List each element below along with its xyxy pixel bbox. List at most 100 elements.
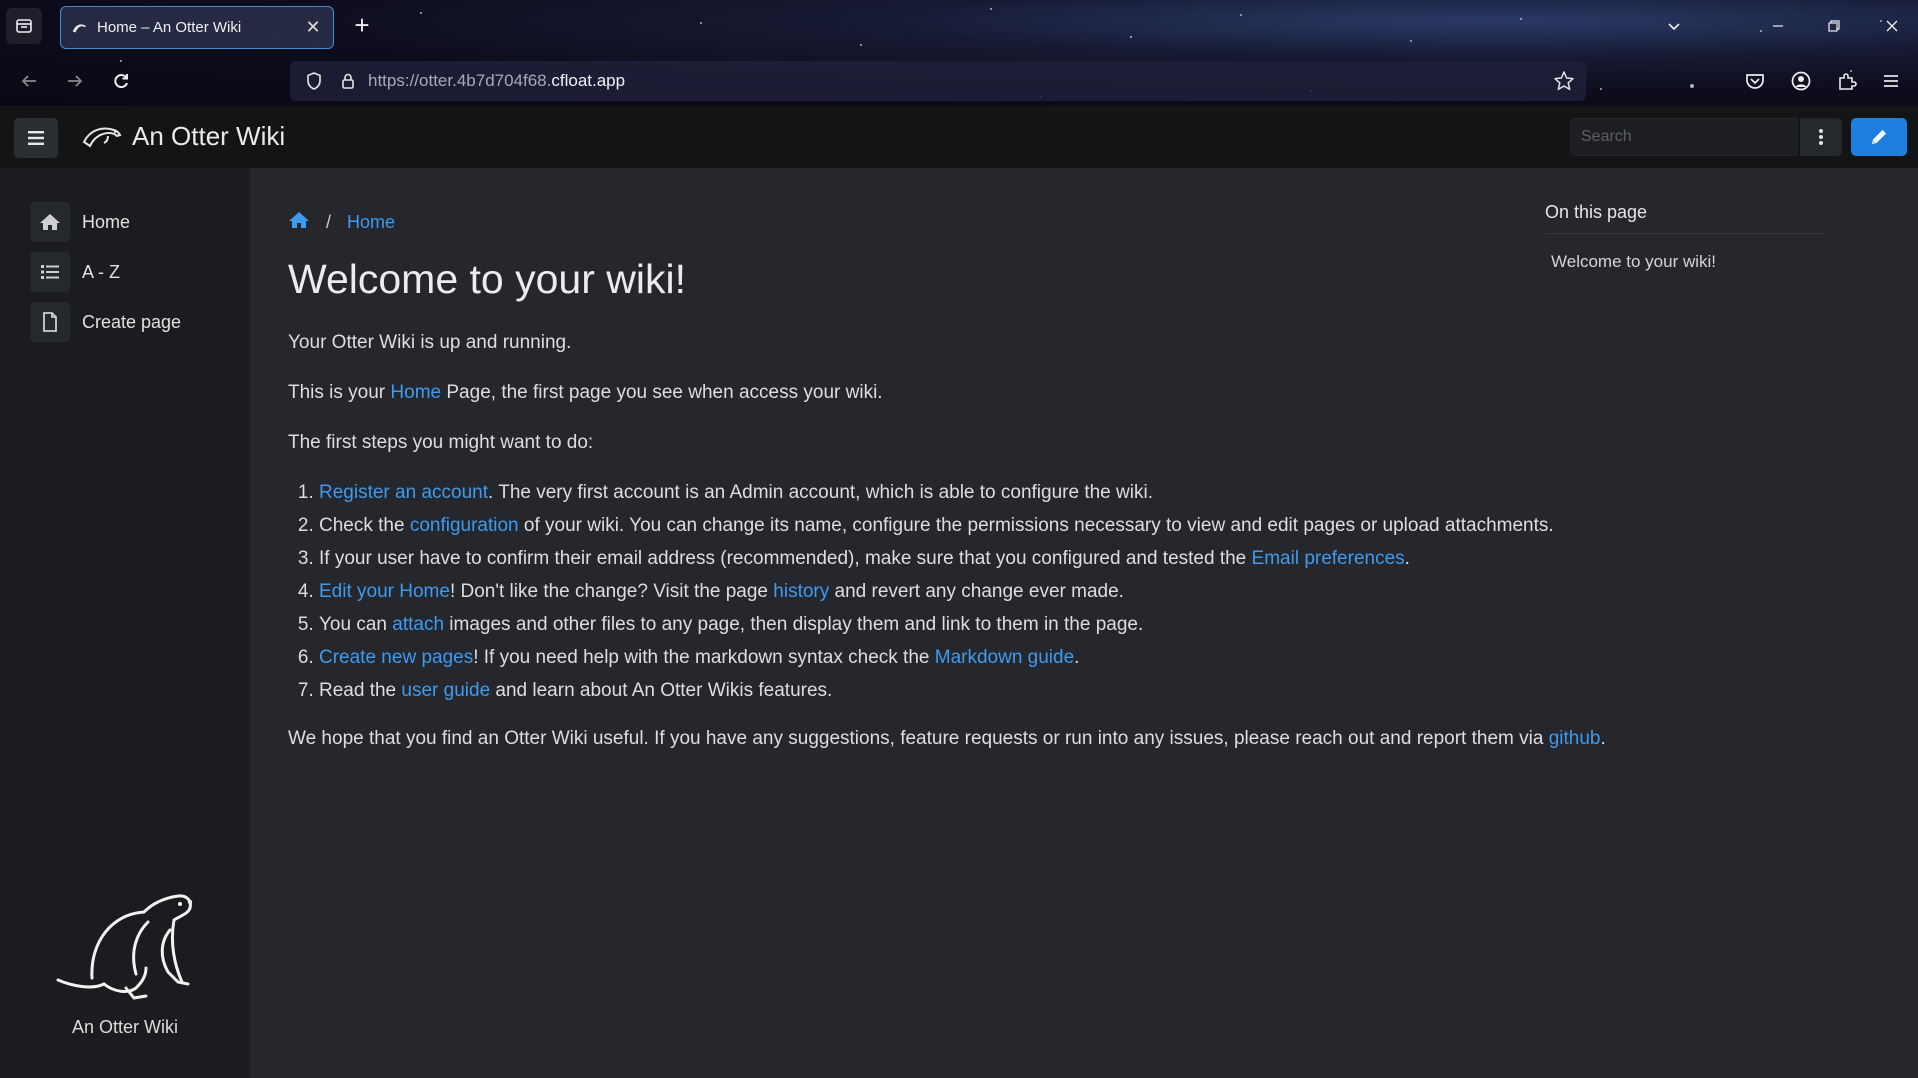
tab-home[interactable]: Home – An Otter Wiki ✕ (60, 6, 334, 49)
configuration-link[interactable]: configuration (410, 515, 519, 536)
list-item: Register an account. The very first acco… (319, 478, 1728, 508)
pocket-button[interactable] (1738, 64, 1772, 98)
sidebar-item-a-z[interactable]: A - Z (30, 252, 120, 292)
sidebar: Home A - Z Create page An Otter Wiki (0, 168, 250, 1078)
close-tab-icon[interactable]: ✕ (303, 17, 323, 38)
breadcrumb: / Home (288, 210, 395, 235)
text: images and other files to any page, then… (444, 614, 1144, 635)
list-icon (30, 252, 70, 292)
tab-bar: Home – An Otter Wiki ✕ + (0, 0, 1918, 54)
home-icon (30, 202, 70, 242)
browser-chrome: Home – An Otter Wiki ✕ + https://otter.4… (0, 0, 1918, 106)
pocket-icon (1746, 74, 1764, 89)
back-arrow-icon (21, 75, 36, 87)
text: This is your (288, 382, 391, 403)
text: Check the (319, 515, 410, 536)
app-header: An Otter Wiki (0, 106, 1918, 168)
text: and revert any change ever made. (829, 581, 1124, 602)
text: You can (319, 614, 393, 635)
breadcrumb-home-icon[interactable] (288, 210, 310, 235)
sidebar-item-label: Home (82, 211, 131, 232)
nav-bar: https://otter.4b7d704f68.cfloat.app (0, 56, 1918, 106)
closing-paragraph: We hope that you find an Otter Wiki usef… (288, 724, 1728, 754)
create-pages-link[interactable]: Create new pages (319, 647, 473, 668)
breadcrumb-separator: / (326, 212, 332, 232)
toc-item[interactable]: Welcome to your wiki! (1545, 252, 1825, 272)
extensions-button[interactable] (1830, 64, 1864, 98)
edit-home-link[interactable]: Edit your Home (319, 581, 450, 602)
tab-list-button[interactable] (6, 8, 42, 44)
text: . The very first account is an Admin acc… (488, 482, 1153, 503)
url-host: cfloat.app (551, 71, 626, 90)
breadcrumb-home-link[interactable]: Home (347, 212, 395, 233)
otter-illustration-icon (56, 894, 193, 1000)
puzzle-icon (1839, 73, 1857, 90)
attach-link[interactable]: attach (392, 614, 444, 635)
toc-title: On this page (1545, 202, 1825, 234)
minimize-icon (1773, 25, 1783, 27)
brand-link[interactable]: An Otter Wiki (82, 120, 285, 152)
vertical-dots-icon (1819, 129, 1823, 145)
history-link[interactable]: history (773, 581, 829, 602)
shield-icon[interactable] (300, 67, 328, 95)
back-button[interactable] (12, 64, 46, 98)
text: . (1074, 647, 1080, 668)
list-item: Create new pages! If you need help with … (319, 643, 1728, 673)
reload-button[interactable] (104, 64, 138, 98)
forward-button[interactable] (58, 64, 92, 98)
text: . (1404, 548, 1410, 569)
sidebar-item-label: Create page (82, 311, 182, 332)
user-guide-link[interactable]: user guide (401, 680, 490, 701)
account-button[interactable] (1784, 64, 1818, 98)
app-menu-button[interactable] (1874, 64, 1908, 98)
lock-icon[interactable] (334, 67, 362, 95)
email-preferences-link[interactable]: Email preferences (1252, 548, 1405, 569)
text: and learn about An Otter Wikis features. (490, 680, 833, 701)
home-link[interactable]: Home (390, 382, 441, 403)
list-item: Check the configuration of your wiki. Yo… (319, 511, 1728, 541)
sidebar-item-home[interactable]: Home (30, 202, 130, 242)
sidebar-item-create-page[interactable]: Create page (30, 302, 181, 342)
brand-title: An Otter Wiki (132, 120, 286, 151)
sidebar-footer-title: An Otter Wiki (71, 1017, 178, 1037)
bookmark-star-icon[interactable] (1550, 67, 1578, 95)
minimize-button[interactable] (1758, 10, 1798, 42)
tab-overflow-button[interactable] (1654, 10, 1694, 42)
tab-title: Home – An Otter Wiki (97, 19, 242, 36)
close-window-button[interactable] (1872, 10, 1912, 42)
text: of your wiki. You can change its name, c… (518, 515, 1554, 536)
otter-logo-icon (82, 127, 122, 148)
restore-button[interactable] (1814, 10, 1854, 42)
edit-page-button[interactable] (1851, 118, 1907, 156)
url-prefix: https://otter.4b7d704f68. (368, 71, 552, 90)
text: . (1600, 728, 1606, 749)
list-item: If your user have to confirm their email… (319, 544, 1728, 574)
account-icon (1791, 71, 1811, 91)
page-title: Welcome to your wiki! (288, 256, 686, 302)
markdown-guide-link[interactable]: Markdown guide (935, 647, 1074, 668)
more-options-button[interactable] (1800, 118, 1842, 156)
hamburger-icon (28, 131, 44, 145)
list-item: Read the user guide and learn about An O… (319, 676, 1728, 706)
intro-paragraph: Your Otter Wiki is up and running. (288, 332, 572, 353)
github-link[interactable]: github (1549, 728, 1601, 749)
pencil-icon (1872, 130, 1886, 144)
sidebar-toggle-button[interactable] (14, 118, 58, 158)
steps-list: Register an account. The very first acco… (288, 478, 1728, 706)
url-bar[interactable]: https://otter.4b7d704f68.cfloat.app (290, 61, 1586, 101)
list-item: Edit your Home! Don't like the change? V… (319, 577, 1728, 607)
tab-list-icon (16, 19, 32, 33)
chevron-down-icon (1668, 23, 1680, 31)
steps-intro: The first steps you might want to do: (288, 432, 594, 453)
url-text[interactable]: https://otter.4b7d704f68.cfloat.app (368, 71, 625, 91)
new-tab-button[interactable]: + (348, 12, 376, 40)
text: Read the (319, 680, 402, 701)
file-icon (30, 302, 70, 342)
text: If your user have to confirm their email… (319, 548, 1252, 569)
register-link[interactable]: Register an account (319, 482, 488, 503)
main-content: / Home Welcome to your wiki! Your Otter … (250, 168, 1918, 1078)
search-input[interactable] (1570, 118, 1798, 156)
forward-arrow-icon (68, 75, 83, 87)
close-icon (1886, 20, 1898, 32)
page-body: Your Otter Wiki is up and running. This … (288, 328, 1728, 774)
